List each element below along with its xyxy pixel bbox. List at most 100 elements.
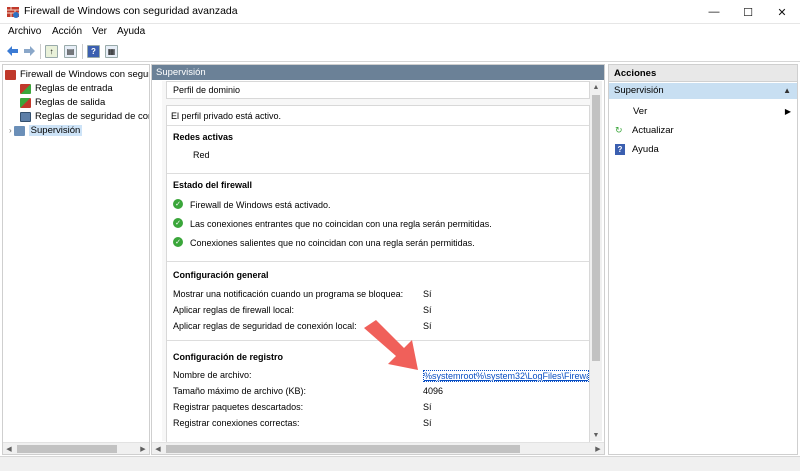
- action-label: Actualizar: [632, 124, 674, 136]
- actions-header: Acciones: [609, 65, 797, 82]
- general-config-label: Mostrar una notificación cuando un progr…: [173, 289, 404, 299]
- tree-root[interactable]: Firewall de Windows con segur: [5, 68, 150, 81]
- tree-item-inbound-rules[interactable]: Reglas de entrada: [20, 82, 113, 95]
- minimize-icon: —: [708, 6, 720, 18]
- show-hide-action-pane-icon[interactable]: ▦: [105, 45, 118, 58]
- log-config-label: Registrar conexiones correctas:: [173, 418, 300, 428]
- scroll-left-icon[interactable]: ◀: [3, 443, 15, 454]
- monitoring-content: Perfil de dominio El perfil privado está…: [162, 81, 592, 454]
- collapse-icon[interactable]: ▲: [783, 83, 791, 99]
- navigation-tree: Firewall de Windows con segur Reglas de …: [2, 64, 150, 455]
- firewall-state-item: Conexiones salientes que no coincidan co…: [190, 238, 475, 248]
- firewall-state-title: Estado del firewall: [173, 180, 253, 190]
- annotation-arrow: [360, 318, 430, 380]
- log-config-label: Tamaño máximo de archivo (KB):: [173, 386, 307, 396]
- scrollbar-thumb[interactable]: [592, 95, 600, 361]
- up-folder-icon[interactable]: ↑: [45, 45, 58, 58]
- general-config-label: Aplicar reglas de firewall local:: [173, 305, 295, 315]
- status-bar: [0, 456, 800, 471]
- divider: [167, 261, 589, 262]
- actions-section-label: Supervisión: [614, 85, 664, 96]
- forward-icon[interactable]: [23, 45, 36, 59]
- minimize-button[interactable]: —: [697, 0, 731, 24]
- scroll-right-icon[interactable]: ▶: [137, 443, 149, 454]
- scroll-left-icon[interactable]: ◀: [152, 443, 164, 454]
- general-config-title: Configuración general: [173, 270, 269, 280]
- log-config-label: Nombre de archivo:: [173, 370, 252, 380]
- connection-security-icon: [20, 111, 31, 122]
- action-label: Ver: [633, 105, 648, 117]
- menu-accion[interactable]: Acción: [52, 26, 82, 37]
- log-config-value: Sí: [423, 402, 432, 412]
- check-icon: ✓: [173, 199, 183, 209]
- actions-section-monitoring[interactable]: Supervisión ▲: [609, 83, 797, 99]
- help-icon[interactable]: ?: [87, 45, 100, 58]
- close-icon: ✕: [777, 6, 787, 19]
- profile-title: Perfil de dominio: [173, 85, 241, 95]
- profile-details: El perfil privado está activo. Redes act…: [166, 105, 590, 454]
- panel-header: Supervisión: [152, 65, 604, 80]
- menu-ver[interactable]: Ver: [92, 26, 107, 37]
- actions-pane: Acciones Supervisión ▲ Ver ▶ ↻ Actualiza…: [608, 64, 798, 455]
- toolbar-separator: [82, 44, 83, 59]
- scroll-down-icon[interactable]: ▼: [590, 429, 602, 441]
- tree-item-monitoring[interactable]: › Supervisión: [9, 124, 83, 137]
- menu-ayuda[interactable]: Ayuda: [117, 26, 145, 37]
- active-networks-title: Redes activas: [173, 132, 234, 142]
- window-title: Firewall de Windows con seguridad avanza…: [24, 5, 238, 17]
- firewall-state-item: Las conexiones entrantes que no coincida…: [190, 219, 492, 229]
- expand-chevron-icon[interactable]: ›: [9, 126, 12, 135]
- menu-archivo[interactable]: Archivo: [8, 26, 41, 37]
- refresh-icon: ↻: [615, 125, 623, 135]
- monitoring-icon: [13, 125, 25, 136]
- maximize-button[interactable]: ☐: [731, 0, 765, 24]
- firewall-icon: [5, 69, 16, 80]
- action-view[interactable]: Ver ▶: [609, 104, 797, 118]
- help-icon: ?: [615, 143, 625, 155]
- active-network-value: Red: [193, 150, 210, 160]
- outbound-rules-icon: [20, 97, 31, 108]
- scroll-right-icon[interactable]: ▶: [592, 443, 604, 454]
- action-refresh[interactable]: ↻ Actualizar: [609, 123, 797, 137]
- general-config-label: Aplicar reglas de seguridad de conexión …: [173, 321, 357, 331]
- profile-box: Perfil de dominio: [166, 81, 590, 99]
- back-icon[interactable]: [6, 45, 19, 59]
- close-button[interactable]: ✕: [765, 0, 799, 24]
- monitoring-panel: Supervisión Perfil de dominio El perfil …: [151, 64, 605, 455]
- tree-item-label: Reglas de entrada: [35, 83, 113, 94]
- log-file-link[interactable]: %systemroot%\system32\LogFiles\Firewall\…: [423, 370, 589, 382]
- tree-item-outbound-rules[interactable]: Reglas de salida: [20, 96, 105, 109]
- inbound-rules-icon: [20, 83, 31, 94]
- divider: [167, 125, 589, 126]
- action-label: Ayuda: [632, 143, 659, 155]
- tree-root-label: Firewall de Windows con segur: [20, 69, 150, 80]
- log-config-value: Sí: [423, 418, 432, 428]
- tree-item-connection-security-rules[interactable]: Reglas de seguridad de con: [20, 110, 150, 123]
- private-profile-status: El perfil privado está activo.: [171, 111, 282, 121]
- firewall-app-icon: [6, 5, 20, 19]
- maximize-icon: ☐: [743, 6, 753, 19]
- toolbar-separator: [40, 44, 41, 59]
- tree-item-label: Reglas de seguridad de con: [35, 111, 150, 122]
- scrollbar-thumb[interactable]: [17, 445, 117, 453]
- log-config-value: 4096: [423, 386, 444, 396]
- general-config-value: Sí: [423, 289, 432, 299]
- log-config-title: Configuración de registro: [173, 352, 284, 362]
- tree-horizontal-scrollbar[interactable]: ◀ ▶: [3, 442, 149, 454]
- tree-item-label: Supervisión: [28, 125, 83, 136]
- submenu-arrow-icon: ▶: [784, 106, 791, 116]
- divider: [167, 173, 589, 174]
- firewall-state-item: Firewall de Windows está activado.: [190, 200, 331, 210]
- action-help[interactable]: ? Ayuda: [609, 142, 797, 156]
- log-config-label: Registrar paquetes descartados:: [173, 402, 304, 412]
- scroll-up-icon[interactable]: ▲: [590, 81, 602, 93]
- tree-item-label: Reglas de salida: [35, 97, 106, 108]
- monitoring-horizontal-scrollbar[interactable]: ◀ ▶: [152, 442, 604, 454]
- show-hide-tree-icon[interactable]: ▤: [64, 45, 77, 58]
- toolbar: [0, 42, 800, 62]
- general-config-value: Sí: [423, 305, 432, 315]
- scrollbar-thumb[interactable]: [166, 445, 520, 453]
- check-icon: ✓: [173, 218, 183, 228]
- monitoring-vertical-scrollbar[interactable]: ▲ ▼: [590, 81, 602, 441]
- check-icon: ✓: [173, 237, 183, 247]
